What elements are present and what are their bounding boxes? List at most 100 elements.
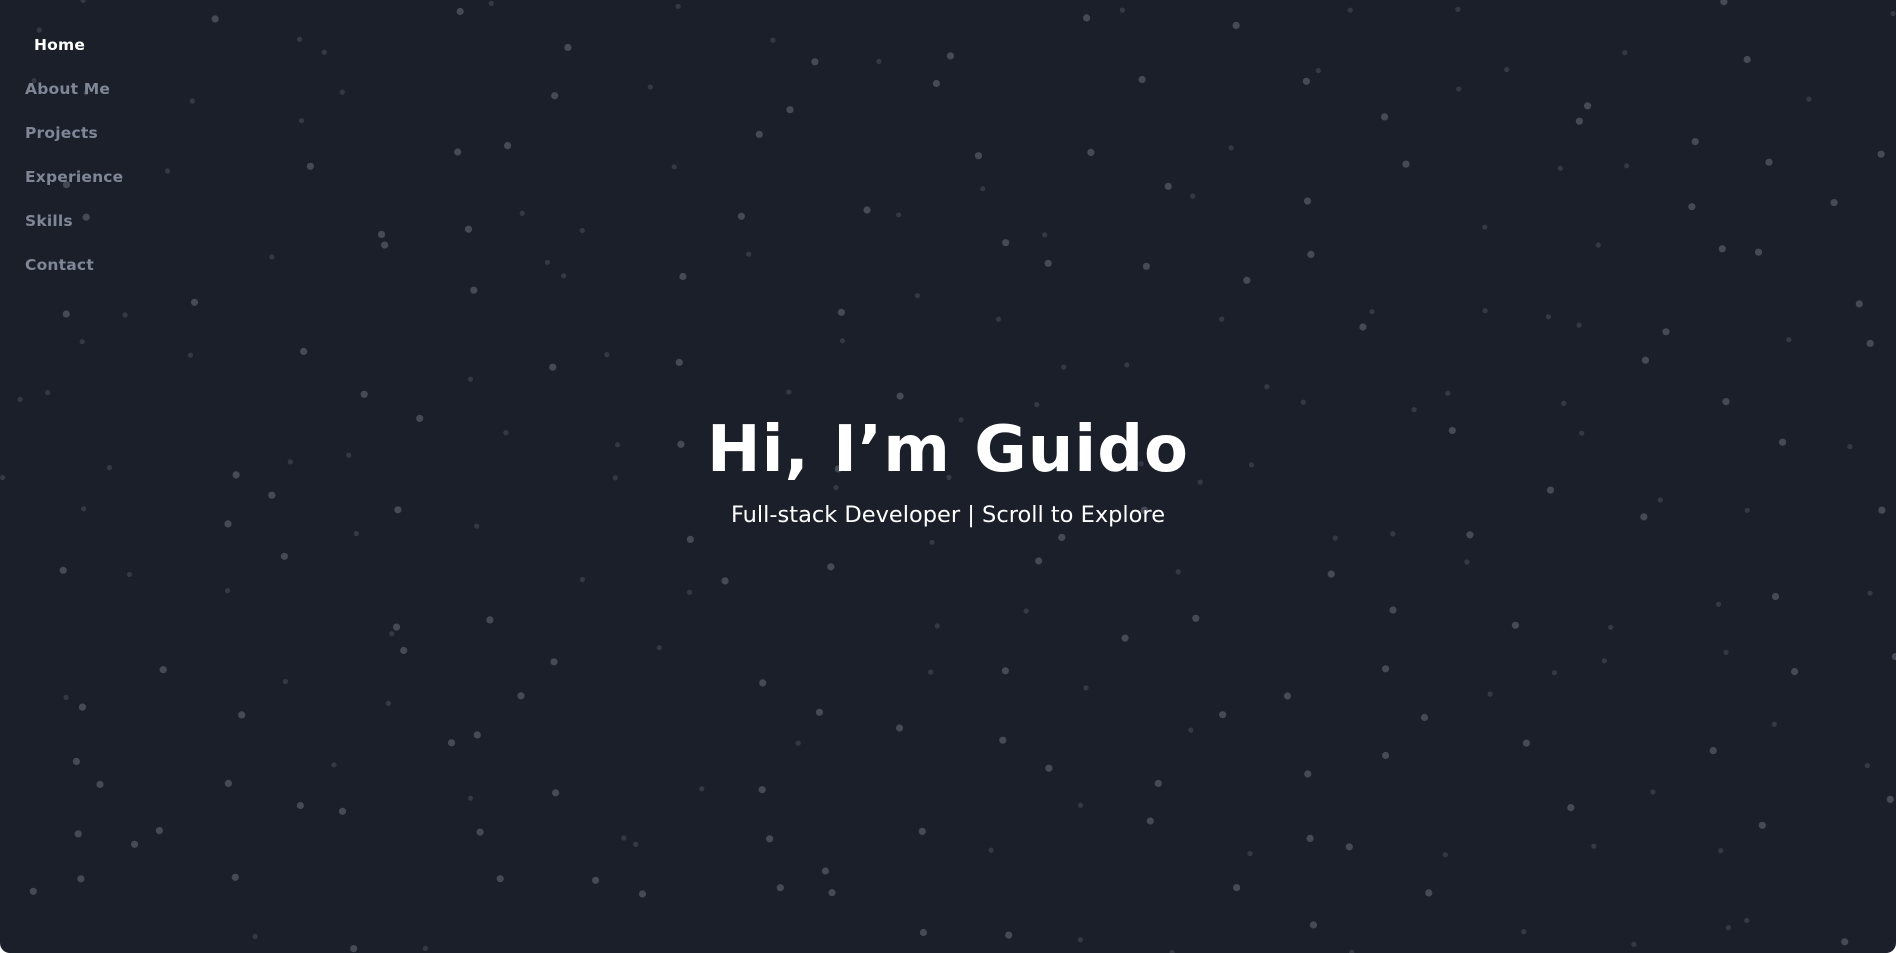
star-dot bbox=[1303, 197, 1312, 205]
star-dot bbox=[1584, 102, 1592, 110]
star-dot bbox=[1369, 309, 1375, 315]
star-dot bbox=[165, 168, 171, 174]
nav-item-home[interactable]: Home bbox=[25, 34, 85, 56]
star-dot bbox=[1083, 14, 1091, 22]
star-dot bbox=[995, 316, 1002, 322]
star-dot bbox=[1521, 929, 1527, 935]
star-dot bbox=[633, 841, 639, 848]
star-dot bbox=[551, 92, 559, 100]
star-dot bbox=[815, 708, 824, 716]
star-dot bbox=[1243, 276, 1251, 284]
star-dot bbox=[746, 251, 752, 257]
star-dot bbox=[190, 298, 199, 306]
star-dot bbox=[77, 875, 85, 883]
star-dot bbox=[1791, 668, 1799, 676]
star-dot bbox=[837, 308, 846, 316]
star-dot bbox=[298, 118, 305, 124]
star-dot bbox=[282, 678, 289, 685]
star-dot bbox=[1786, 337, 1792, 343]
star-dot bbox=[1482, 308, 1488, 314]
star-dot bbox=[737, 212, 746, 220]
star-dot bbox=[918, 827, 926, 836]
nav-item-projects[interactable]: Projects bbox=[25, 122, 98, 144]
star-dot bbox=[1877, 150, 1885, 158]
star-dot bbox=[29, 887, 37, 895]
star-dot bbox=[496, 875, 504, 883]
star-dot bbox=[224, 588, 231, 594]
star-dot bbox=[297, 36, 303, 42]
star-dot bbox=[1662, 328, 1670, 336]
star-dot bbox=[686, 535, 695, 544]
star-dot bbox=[671, 164, 677, 170]
star-dot bbox=[1608, 624, 1614, 630]
star-dot bbox=[59, 566, 67, 574]
star-dot bbox=[72, 757, 80, 766]
star-dot bbox=[1886, 795, 1894, 804]
star-dot bbox=[1464, 559, 1470, 565]
star-dot bbox=[155, 827, 163, 835]
nav-item-about-me[interactable]: About Me bbox=[25, 78, 110, 100]
star-dot bbox=[1124, 362, 1130, 368]
star-dot bbox=[1718, 245, 1726, 253]
star-dot bbox=[1743, 55, 1751, 64]
star-dot bbox=[1487, 691, 1493, 697]
star-dot bbox=[1228, 145, 1234, 151]
star-dot bbox=[1247, 851, 1253, 857]
star-dot bbox=[1061, 364, 1067, 370]
star-dot bbox=[1402, 160, 1410, 168]
star-dot bbox=[392, 623, 401, 631]
star-dot bbox=[980, 186, 986, 192]
star-dot bbox=[544, 259, 551, 265]
star-dot bbox=[1175, 569, 1181, 575]
star-dot bbox=[999, 736, 1007, 744]
star-dot bbox=[561, 273, 567, 279]
star-dot bbox=[338, 807, 347, 815]
nav-item-skills[interactable]: Skills bbox=[25, 210, 73, 232]
star-dot bbox=[1219, 711, 1227, 719]
star-dot bbox=[1425, 889, 1433, 897]
star-dot bbox=[1720, 0, 1728, 6]
star-dot bbox=[1121, 634, 1129, 642]
star-dot bbox=[896, 724, 904, 732]
nav-item-experience[interactable]: Experience bbox=[25, 166, 123, 188]
star-dot bbox=[1806, 96, 1812, 102]
star-dot bbox=[1001, 667, 1010, 675]
star-dot bbox=[1390, 531, 1396, 537]
star-dot bbox=[1442, 852, 1448, 858]
star-dot bbox=[1058, 533, 1066, 542]
star-dot bbox=[1087, 148, 1095, 156]
star-dot bbox=[464, 225, 473, 233]
star-dot bbox=[238, 711, 246, 719]
star-dot bbox=[988, 847, 994, 853]
star-dot bbox=[786, 106, 794, 114]
star-dot bbox=[919, 928, 928, 937]
star-dot bbox=[1302, 77, 1310, 85]
star-dot bbox=[473, 731, 481, 739]
nav-item-contact[interactable]: Contact bbox=[25, 254, 94, 276]
star-dot bbox=[1561, 400, 1567, 406]
star-dot bbox=[1347, 7, 1353, 13]
star-dot bbox=[486, 616, 494, 624]
star-dot bbox=[211, 15, 219, 23]
star-dot bbox=[353, 530, 359, 537]
star-dot bbox=[1591, 843, 1597, 849]
star-dot bbox=[1754, 248, 1763, 256]
star-dot bbox=[1382, 751, 1390, 760]
star-dot bbox=[1077, 802, 1083, 808]
star-dot bbox=[1192, 614, 1200, 622]
star-dot bbox=[300, 347, 308, 355]
star-dot bbox=[78, 703, 86, 711]
star-dot bbox=[1744, 917, 1750, 924]
star-dot bbox=[1002, 239, 1010, 247]
star-dot bbox=[126, 571, 133, 578]
star-dot bbox=[1864, 763, 1870, 769]
star-dot bbox=[1631, 941, 1637, 948]
star-dot bbox=[776, 884, 784, 892]
star-dot bbox=[1300, 399, 1306, 405]
star-dot bbox=[36, 27, 42, 33]
star-dot bbox=[1023, 608, 1029, 614]
star-dot bbox=[1691, 138, 1699, 146]
star-dot bbox=[1545, 314, 1551, 320]
star-dot bbox=[280, 552, 288, 560]
star-dot bbox=[476, 828, 484, 836]
